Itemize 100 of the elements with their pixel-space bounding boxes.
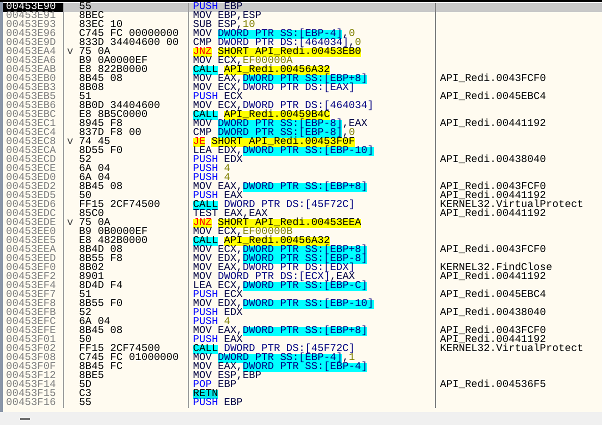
- mnemonic: LEA: [193, 282, 212, 291]
- hex-bytes: 8B0D 34404600: [79, 102, 160, 111]
- disassembly-row[interactable]: 00453E90 55 PUSH EBP: [3, 3, 602, 12]
- comment-text: KERNEL32.VirtualProtect: [440, 343, 584, 355]
- operand-text: ,EAX: [342, 120, 368, 129]
- mnemonic: MOV: [193, 57, 212, 66]
- operand-text: EDX,: [218, 147, 243, 156]
- hex-bytes: 837D F8 00: [79, 129, 142, 138]
- hex-bytes: FF15 2CF74500: [79, 201, 160, 210]
- mnemonic: JNZ: [193, 219, 212, 228]
- hex-bytes: 8D55 F0: [79, 147, 123, 156]
- mnemonic: RETN: [193, 390, 218, 399]
- mnemonic: TEST: [193, 210, 218, 219]
- hex-bytes: 6A 04: [79, 174, 110, 183]
- operand-text: DWORD PTR SS:[EBP+8]: [242, 183, 368, 192]
- mnemonic: CALL: [193, 66, 218, 75]
- hex-bytes: 8B45 FC: [79, 363, 123, 372]
- hex-bytes: C3: [79, 390, 92, 399]
- operand-text: ECX,: [218, 57, 243, 66]
- hex-bytes: E8 482B0000: [79, 237, 148, 246]
- operand-text: ,: [348, 39, 355, 48]
- operand-text: EDX,: [218, 300, 243, 309]
- mnemonic: MOV: [193, 255, 212, 264]
- mnemonic: MOV: [193, 75, 212, 84]
- mnemonic: MOV: [193, 363, 212, 372]
- mnemonic: PUSH: [193, 174, 218, 183]
- hex-bytes: 75 0A: [79, 48, 110, 57]
- mnemonic: PUSH: [193, 318, 218, 327]
- operand-text: ECX,: [218, 246, 243, 255]
- operand-text: 10: [242, 21, 256, 30]
- operand-text: DWORD PTR SS:[EBP-8]: [242, 255, 368, 264]
- operand-text: ,: [342, 354, 349, 363]
- operand-text: 1: [348, 354, 355, 363]
- comment-text: API_Redi.0043FCF0: [440, 244, 546, 256]
- jump-arrow: v: [67, 46, 74, 58]
- address-text: 00453F16: [6, 397, 56, 409]
- operand-text: DWORD PTR DS:[EAX]: [242, 84, 355, 93]
- mnemonic: CALL: [193, 111, 218, 120]
- mnemonic: MOV: [193, 327, 212, 336]
- mnemonic: CALL: [193, 237, 218, 246]
- hex-bytes: 50: [79, 192, 92, 201]
- hex-bytes: 74 45: [79, 138, 110, 147]
- operand-text: EAX: [224, 192, 243, 201]
- operand-text: SHORT API_Redi.00453EEA: [218, 219, 362, 228]
- hex-bytes: 55: [79, 399, 92, 408]
- operand-text: DWORD PTR SS:[EBP-C]: [242, 282, 368, 291]
- hex-bytes: 50: [79, 336, 92, 345]
- mnemonic: MOV: [193, 354, 212, 363]
- operand-text: API_Redi.00456A32: [224, 237, 330, 246]
- operand-text: ESP,: [218, 21, 243, 30]
- operand-text: DWORD PTR SS:[EBP+8]: [242, 246, 368, 255]
- hex-bytes: 85C0: [79, 210, 104, 219]
- operand-text: EAX: [224, 336, 243, 345]
- jump-arrow: v: [67, 217, 74, 229]
- mnemonic: MOV: [193, 246, 212, 255]
- mnemonic: MOV: [193, 264, 212, 273]
- hex-bytes: 8B45 08: [79, 183, 123, 192]
- hex-bytes: 833D 34404600 00: [79, 39, 179, 48]
- hex-bytes: B9 0B0000EF: [79, 228, 148, 237]
- mnemonic: PUSH: [193, 336, 218, 345]
- mnemonic: PUSH: [193, 309, 218, 318]
- operand-text: 4: [224, 165, 230, 174]
- mnemonic: MOV: [193, 30, 212, 39]
- comment-text: API_Redi.00438040: [440, 307, 546, 319]
- operand-text: EBP: [218, 381, 236, 390]
- operand-text: DWORD PTR DS:[ECX]: [218, 273, 330, 282]
- mnemonic: SUB: [193, 21, 212, 30]
- hex-bytes: 8B08: [79, 84, 104, 93]
- jump-arrow: v: [67, 136, 74, 148]
- operand-text: ECX,: [218, 228, 243, 237]
- operand-text: DWORD PTR SS:[EBP-4]: [242, 363, 368, 372]
- operand-text: EBP,ESP: [218, 12, 262, 21]
- operand-text: 4: [224, 174, 230, 183]
- hex-bytes: E8 822B0000: [79, 66, 148, 75]
- operand-text: ,EAX: [330, 273, 355, 282]
- mnemonic: PUSH: [193, 3, 218, 12]
- operand-text: DWORD PTR SS:[EBP-8]: [218, 129, 342, 138]
- hex-bytes: 8D4D F4: [79, 282, 123, 291]
- operand-text: DWORD PTR SS:[EBP-4]: [218, 30, 342, 39]
- operand-text: DWORD PTR SS:[EBP+8]: [242, 75, 368, 84]
- operand-text: ECX,: [218, 84, 243, 93]
- comment-text: API_Redi.0045EBC4: [440, 91, 546, 103]
- hex-bytes: 55: [79, 3, 92, 12]
- mnemonic: CMP: [193, 39, 212, 48]
- mnemonic: MOV: [193, 12, 212, 21]
- scrollbar-thumb[interactable]: [20, 418, 30, 420]
- operand-text: 4: [224, 318, 230, 327]
- horizontal-scrollbar[interactable]: [0, 412, 602, 425]
- operand-text: 0: [354, 39, 362, 48]
- operand-text: EAX,: [218, 75, 243, 84]
- comment-text: API_Redi.00441192: [440, 271, 546, 283]
- operand-text: EAX,EAX: [224, 210, 268, 219]
- operand-text: DWORD PTR DS:[464034]: [218, 39, 349, 48]
- mnemonic: JE: [193, 138, 206, 147]
- mnemonic: POP: [193, 381, 212, 390]
- hex-bytes: 8B02: [79, 264, 104, 273]
- mnemonic: PUSH: [193, 156, 218, 165]
- mnemonic: MOV: [193, 84, 212, 93]
- operand-text: SHORT API_Redi.00453F0F: [211, 138, 355, 147]
- operand-text: ECX,: [218, 282, 243, 291]
